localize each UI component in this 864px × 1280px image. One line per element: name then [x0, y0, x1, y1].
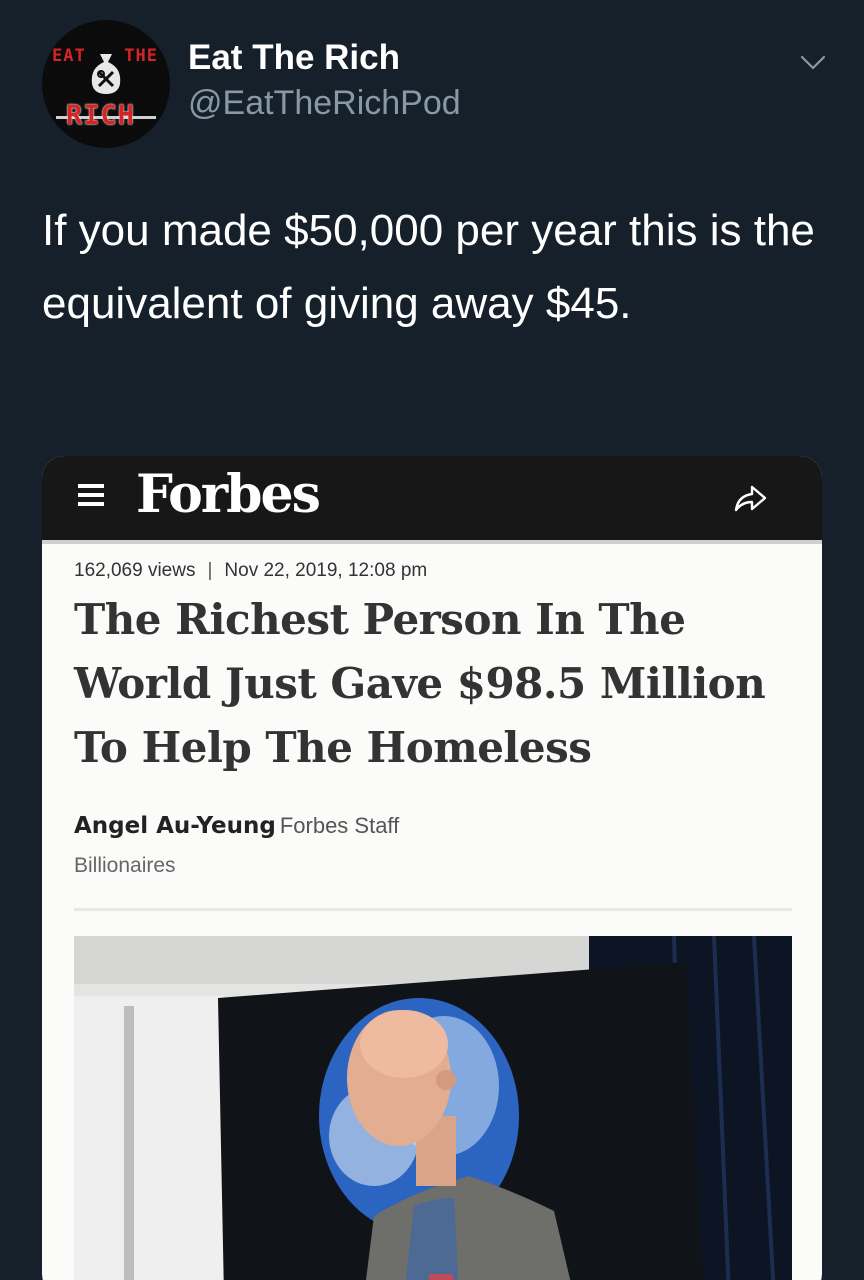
tweet-text: If you made $50,000 per year this is the… — [42, 206, 815, 328]
avatar-word-the: THE — [124, 46, 158, 66]
divider — [74, 908, 792, 911]
article-headline[interactable]: The Richest Person In The World Just Gav… — [74, 588, 794, 780]
header-rule — [42, 540, 822, 544]
article-section[interactable]: Billionaires — [74, 854, 176, 878]
byline: Angel Au-Yeung Forbes Staff — [74, 812, 399, 840]
avatar-word-eat: EAT — [52, 46, 86, 66]
display-name[interactable]: Eat The Rich — [188, 38, 400, 78]
menu-icon[interactable] — [78, 484, 104, 510]
share-icon[interactable] — [730, 478, 770, 518]
article-photo — [74, 936, 792, 1280]
article-meta: 162,069 views | Nov 22, 2019, 12:08 pm — [74, 560, 427, 582]
view-count: 162,069 views — [74, 560, 196, 581]
meta-separator: | — [207, 560, 213, 581]
forbes-article-card[interactable]: Forbes 162,069 views | Nov 22, 2019, 12:08… — [42, 456, 822, 1280]
money-bag-icon — [91, 54, 121, 94]
avatar-word-rich: RICH — [66, 100, 136, 131]
forbes-logo[interactable]: Forbes — [136, 464, 321, 525]
avatar[interactable]: EAT THE RICH — [42, 20, 170, 148]
author-name[interactable]: Angel Au-Yeung — [74, 813, 276, 839]
author-role: Forbes Staff — [279, 813, 400, 838]
chevron-down-icon[interactable] — [798, 50, 828, 74]
user-handle[interactable]: @EatTheRichPod — [188, 84, 461, 123]
publish-date: Nov 22, 2019, 12:08 pm — [224, 560, 428, 581]
forbes-header: Forbes — [42, 456, 822, 540]
